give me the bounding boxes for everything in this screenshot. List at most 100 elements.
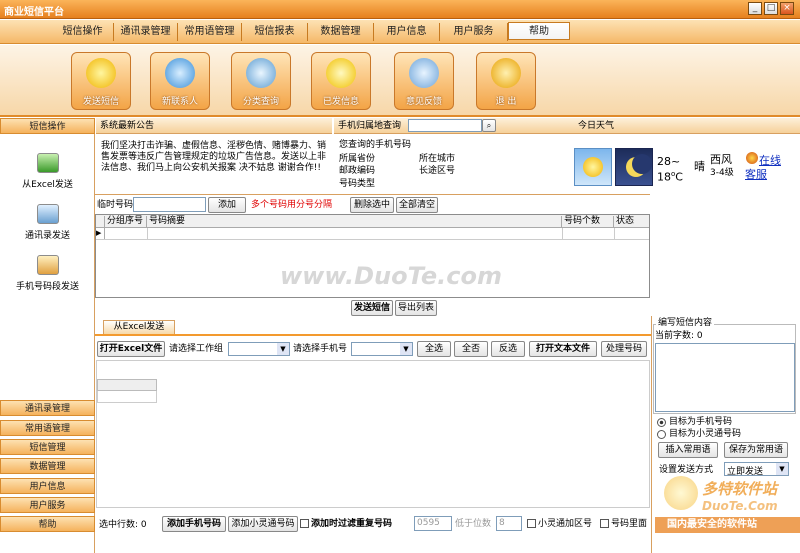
menu-contacts[interactable]: 通讯录管理 [114,23,178,41]
menu-reports[interactable]: 短信报表 [242,23,308,41]
filter-dup-checkbox[interactable] [300,519,309,528]
compose-title: 编写短信内容 [656,318,715,329]
send-icon [86,58,116,88]
left-panel: 短信操作 从Excel发送 通讯录发送 手机号码段发送 通讯录管理 常用语管理 … [0,118,95,553]
send-sms-button[interactable]: 发送短信 [71,52,131,110]
temp-number-label: 临时号码 [97,200,134,210]
nav-user-service[interactable]: 用户服务 [0,497,95,513]
minimize-button[interactable]: _ [748,2,762,15]
lookup-province: 所属省份 [339,154,376,164]
insert-phrase-button[interactable]: 插入常用语 [658,442,718,458]
notice-text: 我们坚决打击诈骗、虚假信息、淫秽色情、赌博暴力、销售发票等违反广告管理规定的垃圾… [101,141,327,173]
contacts-icon [36,204,59,224]
moon-icon [615,148,653,186]
row-marker: ▶ [96,228,105,239]
separator-hint: 多个号码用分号分隔 [251,200,333,210]
feedback-button[interactable]: 意见反馈 [394,52,454,110]
menu-bar: 短信操作 通讯录管理 常用语管理 短信报表 数据管理 用户信息 用户服务 帮助 [0,20,800,44]
save-phrase-button[interactable]: 保存为常用语 [724,442,788,458]
nav-sms[interactable]: 短信管理 [0,439,95,455]
menu-sms-ops[interactable]: 短信操作 [52,23,114,41]
phone-column-label: 请选择手机号 [293,344,348,354]
wind-direction: 西风 [710,153,732,166]
title-bar: 商业短信平台 _ □ × [0,0,800,19]
table-row[interactable]: ▶ [96,228,649,240]
close-button[interactable]: × [780,2,794,15]
temp-high: 28~ [657,155,681,168]
xlt-area-checkbox[interactable] [527,519,536,528]
col-count[interactable]: 号码个数 [562,216,614,227]
weather-title: 今日天气 [578,121,615,131]
excel-grid[interactable] [96,360,650,508]
send-sms-action-button[interactable]: 发送短信 [351,300,393,316]
send-from-excel-item[interactable]: 从Excel发送 [0,153,95,190]
prefix-input[interactable]: 0595 [414,516,452,531]
temp-number-input[interactable] [133,197,206,212]
select-none-button[interactable]: 全否 [454,341,488,357]
tab-excel[interactable]: 从Excel发送 [103,320,175,334]
online-service-link[interactable]: 在线客服 [745,154,785,182]
category-search-button[interactable]: 分类查询 [231,52,291,110]
magnifier-icon [246,58,276,88]
grid-row [97,391,157,403]
message-textarea[interactable] [655,343,795,412]
send-sms-label: 发送短信 [82,97,119,107]
exit-label: 退 出 [495,97,517,107]
filter-dup-label: 添加时过滤重复号码 [311,519,393,529]
header-spacer [96,216,105,227]
phone-in-label: 号码里面 [611,519,648,529]
digits-stepper[interactable]: 8 [496,516,522,531]
export-list-button[interactable]: 导出列表 [395,300,437,316]
phone-column-select[interactable]: ▼ [351,342,413,356]
nav-user-info[interactable]: 用户信息 [0,478,95,494]
left-header[interactable]: 短信操作 [0,118,95,134]
nav-contacts[interactable]: 通讯录管理 [0,400,95,416]
target-phone-radio[interactable] [657,418,666,427]
send-by-segment-item[interactable]: 手机号码段发送 [0,255,95,292]
open-text-button[interactable]: 打开文本文件 [529,341,597,357]
nav-help[interactable]: 帮助 [0,516,95,532]
target-xlt-radio[interactable] [657,430,666,439]
notice-title: 系统最新公告 [100,121,155,131]
menu-user-service[interactable]: 用户服务 [440,23,508,41]
maximize-button[interactable]: □ [764,2,778,15]
menu-user-info[interactable]: 用户信息 [374,23,440,41]
sun-icon [574,148,612,186]
phone-in-checkbox[interactable] [600,519,609,528]
send-mode-value: 立即发送 [727,467,764,477]
sent-messages-button[interactable]: 已发信息 [311,52,371,110]
menu-help[interactable]: 帮助 [508,22,570,40]
watermark-brand: 多特软件站 [702,480,778,498]
add-number-button[interactable]: 添加 [208,197,246,213]
lookup-zip: 邮政编码 [339,166,376,176]
delete-selected-button[interactable]: 删除选中 [350,197,394,213]
menu-data[interactable]: 数据管理 [308,23,374,41]
lookup-input[interactable] [408,119,482,132]
temp-low: 18oC [657,170,683,184]
clear-all-button[interactable]: 全部清空 [396,197,438,213]
cell-divider [562,228,563,239]
menu-phrases[interactable]: 常用语管理 [178,23,242,41]
exit-button[interactable]: 退 出 [476,52,536,110]
nav-phrases[interactable]: 常用语管理 [0,420,95,436]
col-group[interactable]: 分组序号 [105,216,147,227]
open-excel-button[interactable]: 打开Excel文件 [97,341,165,357]
add-xlt-button[interactable]: 添加小灵通号码 [228,516,298,532]
send-mode-label: 设置发送方式 [659,465,714,475]
select-all-button[interactable]: 全选 [417,341,451,357]
xlt-area-label: 小灵通加区号 [538,519,593,529]
new-contact-button[interactable]: 新联系人 [150,52,210,110]
col-summary[interactable]: 号码摘要 [147,216,562,227]
col-status[interactable]: 状态 [614,216,648,227]
lookup-title: 手机归属地查询 [338,121,402,131]
send-mode-select[interactable]: 立即发送 ▼ [724,462,789,477]
add-phone-button[interactable]: 添加手机号码 [162,516,226,532]
send-from-contacts-item[interactable]: 通讯录发送 [0,204,95,241]
lookup-search-button[interactable]: ⌕ [482,119,496,132]
nav-data[interactable]: 数据管理 [0,458,95,474]
toolbar: 发送短信 新联系人 分类查询 已发信息 意见反馈 退 出 [0,45,800,117]
sheet-select[interactable]: ▼ [228,342,290,356]
process-numbers-button[interactable]: 处理号码 [601,341,647,357]
invert-selection-button[interactable]: 反选 [491,341,525,357]
sheet-label: 请选择工作组 [169,344,224,354]
